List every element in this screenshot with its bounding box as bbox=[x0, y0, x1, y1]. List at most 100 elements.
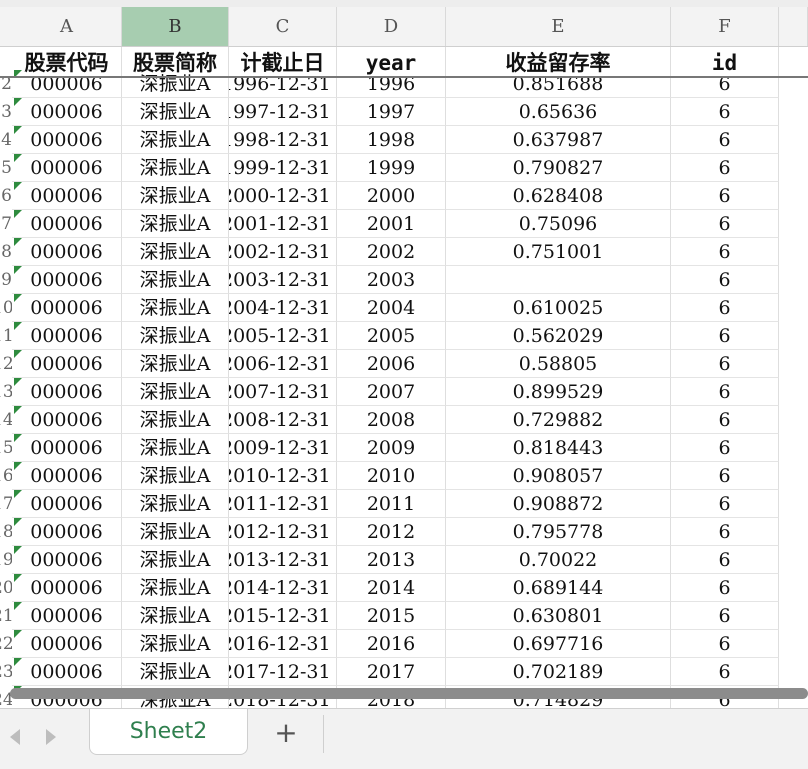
cell-retention-rate[interactable]: 0.751001 bbox=[446, 238, 671, 266]
cell-stock-name[interactable]: 深振业A bbox=[122, 518, 229, 546]
cell-year[interactable]: 2010 bbox=[337, 462, 446, 490]
cell-cutoff-date[interactable]: 2001-12-31 bbox=[229, 210, 337, 238]
cell-cutoff-date[interactable]: 2014-12-31 bbox=[229, 574, 337, 602]
cell-retention-rate[interactable]: 0.908057 bbox=[446, 462, 671, 490]
row-number[interactable]: 23 bbox=[0, 658, 12, 686]
cell-stock-code[interactable]: 000006 bbox=[12, 658, 122, 686]
cell-stock-name[interactable]: 深振业A bbox=[122, 462, 229, 490]
row-number[interactable]: 20 bbox=[0, 574, 12, 602]
cell-id[interactable]: 6 bbox=[671, 434, 779, 462]
cell-cutoff-date[interactable]: 2004-12-31 bbox=[229, 294, 337, 322]
row-number[interactable]: 2 bbox=[0, 70, 12, 98]
cell-stock-name[interactable]: 深振业A bbox=[122, 238, 229, 266]
row-number[interactable]: 6 bbox=[0, 182, 12, 210]
cell-stock-name[interactable]: 深振业A bbox=[122, 98, 229, 126]
cell-year[interactable]: 2017 bbox=[337, 658, 446, 686]
cell-stock-code[interactable]: 000006 bbox=[12, 322, 122, 350]
cell-stock-code[interactable]: 000006 bbox=[12, 126, 122, 154]
cell-year[interactable]: 1998 bbox=[337, 126, 446, 154]
cell-stock-name[interactable]: 深振业A bbox=[122, 378, 229, 406]
cell-retention-rate[interactable]: 0.689144 bbox=[446, 574, 671, 602]
cell-stock-name[interactable]: 深振业A bbox=[122, 602, 229, 630]
column-header-f[interactable]: F bbox=[671, 7, 779, 46]
cell-cutoff-date[interactable]: 2006-12-31 bbox=[229, 350, 337, 378]
column-header-g[interactable] bbox=[779, 7, 808, 46]
cell-id[interactable]: 6 bbox=[671, 602, 779, 630]
cell-stock-code[interactable]: 000006 bbox=[12, 462, 122, 490]
cell-retention-rate[interactable]: 0.70022 bbox=[446, 546, 671, 574]
column-header-e[interactable]: E bbox=[446, 7, 671, 46]
cell-cutoff-date[interactable]: 2010-12-31 bbox=[229, 462, 337, 490]
cell-stock-name[interactable]: 深振业A bbox=[122, 658, 229, 686]
cell-stock-code[interactable]: 000006 bbox=[12, 210, 122, 238]
row-number[interactable]: 12 bbox=[0, 350, 12, 378]
cell-id[interactable]: 6 bbox=[671, 182, 779, 210]
cell-stock-name[interactable]: 深振业A bbox=[122, 154, 229, 182]
row-number[interactable]: 4 bbox=[0, 126, 12, 154]
cell-cutoff-date[interactable]: 2008-12-31 bbox=[229, 406, 337, 434]
cell-stock-code[interactable]: 000006 bbox=[12, 602, 122, 630]
cell-id[interactable]: 6 bbox=[671, 546, 779, 574]
cell-retention-rate[interactable] bbox=[446, 266, 671, 294]
horizontal-scrollbar[interactable] bbox=[10, 688, 808, 699]
cell-cutoff-date[interactable]: 2012-12-31 bbox=[229, 518, 337, 546]
cell-id[interactable]: 6 bbox=[671, 462, 779, 490]
cell-stock-name[interactable]: 深振业A bbox=[122, 574, 229, 602]
cell-cutoff-date[interactable]: 2011-12-31 bbox=[229, 490, 337, 518]
cell-cutoff-date[interactable]: 1999-12-31 bbox=[229, 154, 337, 182]
cell-cutoff-date[interactable]: 2009-12-31 bbox=[229, 434, 337, 462]
cell-id[interactable]: 6 bbox=[671, 98, 779, 126]
row-number[interactable]: 15 bbox=[0, 434, 12, 462]
cell-year[interactable]: 2012 bbox=[337, 518, 446, 546]
cell-id[interactable]: 6 bbox=[671, 658, 779, 686]
cell-id[interactable]: 6 bbox=[671, 630, 779, 658]
row-number[interactable]: 11 bbox=[0, 322, 12, 350]
cell-cutoff-date[interactable]: 2005-12-31 bbox=[229, 322, 337, 350]
cell-year[interactable]: 2000 bbox=[337, 182, 446, 210]
cell-retention-rate[interactable]: 0.562029 bbox=[446, 322, 671, 350]
row-number[interactable]: 16 bbox=[0, 462, 12, 490]
cell-id[interactable]: 6 bbox=[671, 322, 779, 350]
cell-stock-code[interactable]: 000006 bbox=[12, 378, 122, 406]
cell-year[interactable]: 2003 bbox=[337, 266, 446, 294]
cell-id[interactable]: 6 bbox=[671, 518, 779, 546]
cell-stock-code[interactable]: 000006 bbox=[12, 518, 122, 546]
column-header-b[interactable]: B bbox=[122, 7, 229, 46]
cell-stock-name[interactable]: 深振业A bbox=[122, 266, 229, 294]
cell-year[interactable]: 2007 bbox=[337, 378, 446, 406]
cell-stock-code[interactable]: 000006 bbox=[12, 182, 122, 210]
cell-cutoff-date[interactable]: 2013-12-31 bbox=[229, 546, 337, 574]
row-number[interactable]: 5 bbox=[0, 154, 12, 182]
cell-stock-code[interactable]: 000006 bbox=[12, 546, 122, 574]
cell-year[interactable]: 1997 bbox=[337, 98, 446, 126]
cell-retention-rate[interactable]: 0.628408 bbox=[446, 182, 671, 210]
row-number[interactable]: 13 bbox=[0, 378, 12, 406]
cell-stock-code[interactable]: 000006 bbox=[12, 574, 122, 602]
cell-year[interactable]: 2004 bbox=[337, 294, 446, 322]
cell-retention-rate[interactable]: 0.637987 bbox=[446, 126, 671, 154]
cell-id[interactable]: 6 bbox=[671, 350, 779, 378]
cell-year[interactable]: 2009 bbox=[337, 434, 446, 462]
row-number[interactable]: 22 bbox=[0, 630, 12, 658]
cell-cutoff-date[interactable]: 1997-12-31 bbox=[229, 98, 337, 126]
cell-id[interactable]: 6 bbox=[671, 210, 779, 238]
cell-id[interactable]: 6 bbox=[671, 406, 779, 434]
cell-retention-rate[interactable]: 0.795778 bbox=[446, 518, 671, 546]
cell-retention-rate[interactable]: 0.75096 bbox=[446, 210, 671, 238]
cell-stock-name[interactable]: 深振业A bbox=[122, 294, 229, 322]
cell-stock-code[interactable]: 000006 bbox=[12, 266, 122, 294]
cell-retention-rate[interactable]: 0.899529 bbox=[446, 378, 671, 406]
cell-retention-rate[interactable]: 0.790827 bbox=[446, 154, 671, 182]
row-number[interactable]: 10 bbox=[0, 294, 12, 322]
cell-year[interactable]: 1999 bbox=[337, 154, 446, 182]
cell-year[interactable]: 2011 bbox=[337, 490, 446, 518]
cell-stock-code[interactable]: 000006 bbox=[12, 350, 122, 378]
add-sheet-icon[interactable]: + bbox=[272, 721, 300, 749]
cell-id[interactable]: 6 bbox=[671, 238, 779, 266]
cell-id[interactable]: 6 bbox=[671, 70, 779, 98]
cell-year[interactable]: 2013 bbox=[337, 546, 446, 574]
cell-stock-code[interactable]: 000006 bbox=[12, 154, 122, 182]
cell-retention-rate[interactable]: 0.702189 bbox=[446, 658, 671, 686]
cell-year[interactable]: 2005 bbox=[337, 322, 446, 350]
row-number[interactable]: 18 bbox=[0, 518, 12, 546]
